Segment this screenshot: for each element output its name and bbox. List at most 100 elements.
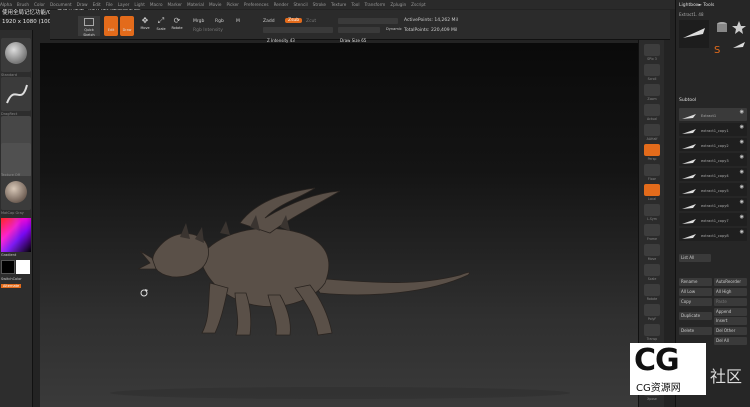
menu-item-light[interactable]: Light xyxy=(134,2,144,7)
menu-item-stroke[interactable]: Stroke xyxy=(313,2,326,7)
menu-item-stencil[interactable]: Stencil xyxy=(293,2,307,7)
scale-button[interactable]: ⤢ Scale xyxy=(154,16,168,36)
menu-item-movie[interactable]: Movie xyxy=(209,2,221,7)
menu-item-draw[interactable]: Draw xyxy=(77,2,88,7)
tool-thumb-extract1-small[interactable] xyxy=(731,38,747,54)
all-high-button[interactable]: All High xyxy=(714,288,747,296)
quick-sketch-button[interactable]: Quick Sketch xyxy=(78,16,100,37)
rgb-intensity-slider[interactable]: Rgb Intensity xyxy=(193,28,223,33)
menu-item-tool[interactable]: Tool xyxy=(351,2,359,7)
shelf-button-frame[interactable] xyxy=(644,224,660,236)
zsub-toggle[interactable]: Zsub xyxy=(285,18,303,23)
draw-button[interactable]: Draw xyxy=(120,16,134,36)
visibility-eye-icon[interactable]: ◉ xyxy=(740,154,744,160)
tool-thumb-extract1[interactable] xyxy=(679,20,709,48)
shelf-button-l-sym[interactable] xyxy=(644,204,660,216)
menu-item-zscript[interactable]: Zscript xyxy=(411,2,426,7)
focal-shift-slider[interactable]: Focal Shift -58 xyxy=(338,18,398,34)
subtool-row[interactable]: ◉ extract1_copy5 xyxy=(679,183,747,196)
shelf-button-move[interactable] xyxy=(644,244,660,256)
dynamic-toggle[interactable]: Dynamic xyxy=(386,27,402,31)
z-intensity-slider[interactable]: Z Intensity 43 xyxy=(263,27,333,43)
zcut-toggle[interactable]: Zcut xyxy=(306,19,316,24)
menu-item-file[interactable]: File xyxy=(106,2,113,7)
menu-item-zplugin[interactable]: Zplugin xyxy=(390,2,406,7)
shelf-button-spix-3[interactable] xyxy=(644,44,660,56)
menu-item-macro[interactable]: Macro xyxy=(150,2,163,7)
canvas-viewport[interactable] xyxy=(40,43,638,407)
tool-thumb-polymesh[interactable] xyxy=(731,20,747,36)
subtool-row[interactable]: ◉ extract1_copy8 xyxy=(679,228,747,241)
main-color-swatch[interactable] xyxy=(1,260,15,274)
shelf-button-floor[interactable] xyxy=(644,164,660,176)
subtool-row[interactable]: ◉ extract1_copy6 xyxy=(679,198,747,211)
menu-item-material[interactable]: Material xyxy=(187,2,204,7)
insert-button[interactable]: Insert xyxy=(714,317,747,325)
shelf-button-local[interactable] xyxy=(644,184,660,196)
move-button[interactable]: ✥ Move xyxy=(138,16,152,36)
shelf-button-scroll[interactable] xyxy=(644,64,660,76)
subtool-row[interactable]: ◉ Extract1 xyxy=(679,108,747,121)
m-toggle[interactable]: M xyxy=(236,19,240,24)
mrgb-toggle[interactable]: Mrgb xyxy=(193,19,204,24)
menu-item-picker[interactable]: Picker xyxy=(226,2,238,7)
menu-item-color[interactable]: Color xyxy=(34,2,45,7)
subtool-row[interactable]: ◉ extract1_copy7 xyxy=(679,213,747,226)
shelf-button-polyf[interactable] xyxy=(644,304,660,316)
secondary-color-swatch[interactable] xyxy=(16,260,30,274)
texture-selector[interactable] xyxy=(1,143,31,177)
shelf-button-rotate[interactable] xyxy=(644,284,660,296)
material-selector[interactable] xyxy=(1,176,31,210)
shelf-button-actual[interactable] xyxy=(644,104,660,116)
menu-item-render[interactable]: Render xyxy=(274,2,289,7)
shelf-button-persp[interactable] xyxy=(644,144,660,156)
subtool-row[interactable]: ◉ extract1_copy2 xyxy=(679,138,747,151)
stroke-selector[interactable] xyxy=(1,77,31,111)
visibility-eye-icon[interactable]: ◉ xyxy=(740,124,744,130)
shelf-button-scale[interactable] xyxy=(644,264,660,276)
visibility-eye-icon[interactable]: ◉ xyxy=(740,169,744,175)
menu-item-brush[interactable]: Brush xyxy=(17,2,29,7)
del-other-button[interactable]: Del Other xyxy=(714,327,747,335)
draw-size-slider[interactable]: Draw Size 65 xyxy=(338,27,380,43)
alternate-button[interactable]: Alternate xyxy=(1,284,22,288)
visibility-eye-icon[interactable]: ◉ xyxy=(740,184,744,190)
subtool-header[interactable]: Subtool xyxy=(679,98,696,103)
zadd-toggle[interactable]: Zadd xyxy=(263,19,275,24)
menu-item-layer[interactable]: Layer xyxy=(118,2,130,7)
edit-button[interactable]: Edit xyxy=(104,16,118,36)
rgb-toggle[interactable]: Rgb xyxy=(215,19,224,24)
menu-item-edit[interactable]: Edit xyxy=(93,2,101,7)
visibility-eye-icon[interactable]: ◉ xyxy=(740,109,744,115)
copy-button[interactable]: Copy xyxy=(679,298,712,306)
tool-thumb-cylinder[interactable] xyxy=(714,20,730,36)
all-low-button[interactable]: All Low xyxy=(679,288,712,296)
shelf-button-aahalf[interactable] xyxy=(644,124,660,136)
duplicate-button[interactable]: Duplicate xyxy=(679,312,712,320)
delete-button[interactable]: Delete xyxy=(679,327,712,335)
menu-item-alpha[interactable]: Alpha xyxy=(0,2,12,7)
menu-item-preferences[interactable]: Preferences xyxy=(244,2,269,7)
subtool-row[interactable]: ◉ extract1_copy3 xyxy=(679,153,747,166)
visibility-eye-icon[interactable]: ◉ xyxy=(740,214,744,220)
subtool-row[interactable]: ◉ extract1_copy1 xyxy=(679,123,747,136)
menu-item-document[interactable]: Document xyxy=(50,2,72,7)
paste-button[interactable]: Paste xyxy=(714,298,747,306)
visibility-eye-icon[interactable]: ◉ xyxy=(740,199,744,205)
shelf-button-zoom[interactable] xyxy=(644,84,660,96)
menu-item-transform[interactable]: Transform xyxy=(364,2,385,7)
visibility-eye-icon[interactable]: ◉ xyxy=(740,229,744,235)
subtool-row[interactable]: ◉ extract1_copy4 xyxy=(679,168,747,181)
brush-selector[interactable] xyxy=(1,38,31,72)
rotate-button[interactable]: ⟳ Rotate xyxy=(170,16,184,36)
menu-item-marker[interactable]: Marker xyxy=(168,2,182,7)
tool-thumb-simplebrush[interactable]: S xyxy=(714,38,730,56)
list-all-button[interactable]: List All xyxy=(679,254,711,262)
menu-item-texture[interactable]: Texture xyxy=(331,2,346,7)
append-button[interactable]: Append xyxy=(714,308,747,316)
rename-button[interactable]: Rename xyxy=(679,278,712,286)
shelf-button-transp[interactable] xyxy=(644,324,660,336)
visibility-eye-icon[interactable]: ◉ xyxy=(740,139,744,145)
switch-color-button[interactable]: SwitchColor xyxy=(1,277,22,281)
lightbox-tools-button[interactable]: Lightbox► Tools xyxy=(679,3,714,8)
